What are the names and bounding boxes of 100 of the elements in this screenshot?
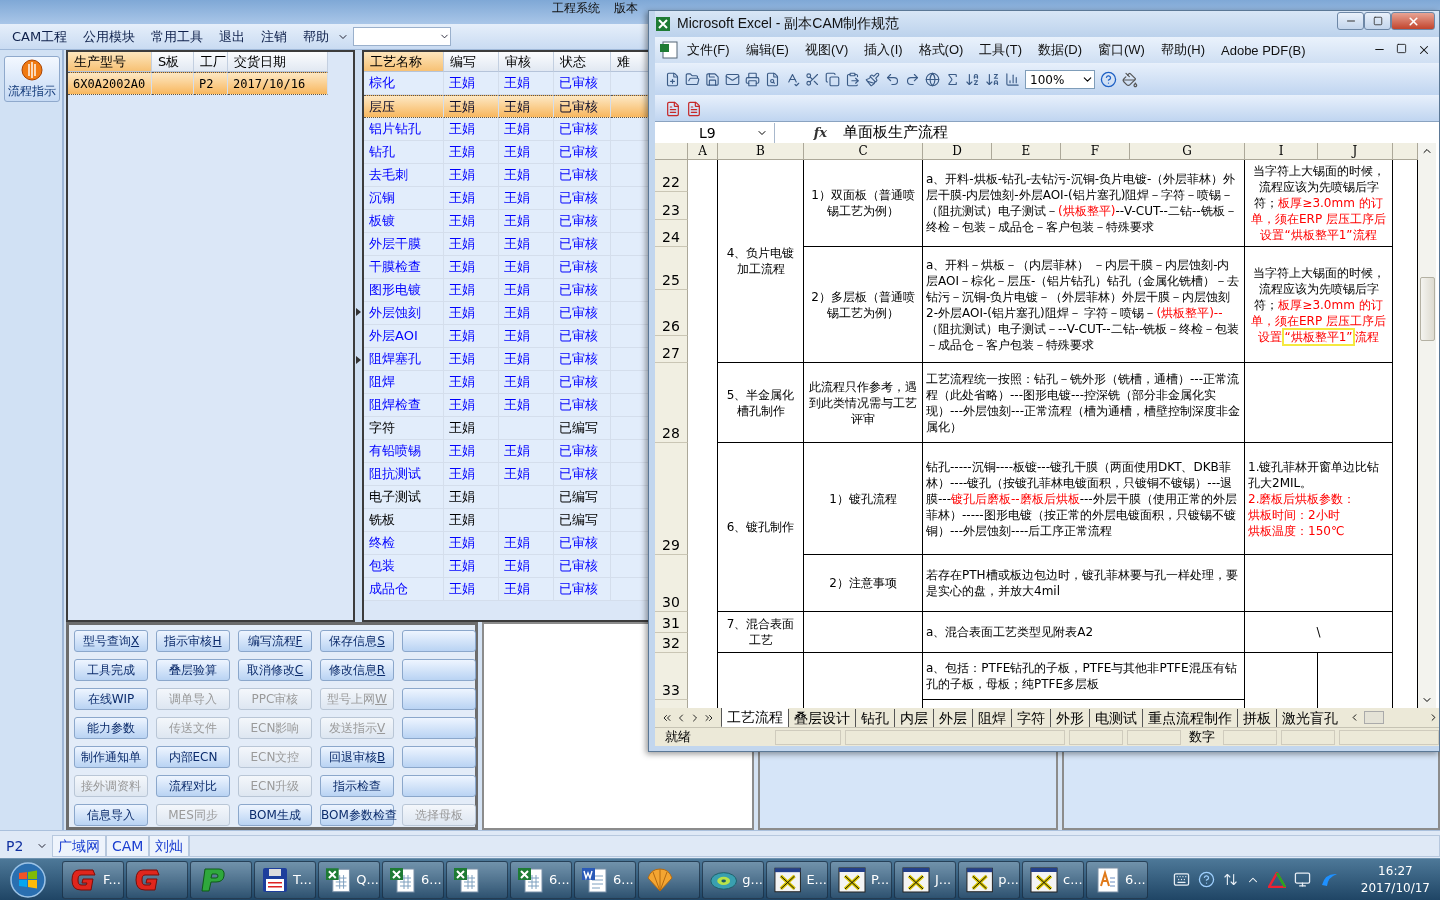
taskbar-button[interactable]: J... — [894, 860, 956, 899]
table-cell[interactable]: 层压 — [364, 95, 444, 118]
table-cell[interactable]: 板镀 — [364, 210, 444, 233]
taskbar-button[interactable] — [638, 860, 700, 899]
taskbar-button[interactable]: 6... — [510, 860, 572, 899]
taskbar-button[interactable]: g... — [702, 860, 764, 899]
action-button[interactable]: 取消修改C — [238, 659, 312, 681]
column-header[interactable]: A — [688, 143, 718, 160]
maximize-button[interactable] — [1364, 12, 1391, 30]
action-button[interactable]: 叠层验算 — [156, 659, 230, 681]
triangle-logo-icon[interactable] — [1267, 871, 1286, 888]
splitter-arrow-icon[interactable] — [356, 308, 361, 316]
mail-icon[interactable] — [725, 72, 740, 87]
taskbar-button[interactable]: 6... — [382, 860, 444, 899]
sum-icon[interactable] — [945, 72, 960, 87]
network-icon[interactable] — [1293, 871, 1311, 888]
action-button[interactable]: 保存信息S — [320, 630, 394, 652]
action-button[interactable]: BOM生成 — [238, 804, 312, 826]
pdf-icon[interactable] — [665, 100, 681, 117]
save-icon[interactable] — [705, 72, 720, 87]
function-button[interactable]: fx — [775, 125, 835, 140]
table-cell[interactable]: 阻焊塞孔 — [364, 348, 444, 371]
chart-icon[interactable] — [1005, 72, 1020, 87]
row-header[interactable]: 30 — [655, 555, 688, 612]
arrows-icon[interactable] — [1222, 872, 1238, 887]
table-cell[interactable]: 外层干膜 — [364, 233, 444, 256]
table-cell[interactable]: 字符 — [364, 417, 444, 440]
new-file-icon[interactable] — [665, 72, 680, 87]
sheet-tab[interactable]: 工艺流程 — [721, 707, 788, 728]
action-button[interactable]: 指示检查 — [320, 775, 394, 797]
minimize-button[interactable] — [1337, 12, 1364, 30]
action-button[interactable]: 信息导入 — [74, 804, 148, 826]
table-cell[interactable]: 图形电镀 — [364, 279, 444, 302]
action-button[interactable]: 型号查询X — [74, 630, 148, 652]
taskbar-button[interactable]: E... — [766, 860, 828, 899]
close-icon[interactable] — [1417, 43, 1431, 57]
table-cell[interactable]: 包装 — [364, 555, 444, 578]
sort-ascending-icon[interactable] — [965, 72, 980, 87]
print-icon[interactable] — [745, 72, 760, 87]
menu-item[interactable]: 窗口(W) — [1090, 41, 1153, 59]
restore-icon[interactable] — [1396, 43, 1407, 54]
open-folder-icon[interactable] — [685, 72, 700, 87]
menu-item[interactable]: 编辑(E) — [737, 41, 797, 59]
help-icon[interactable] — [1100, 71, 1117, 88]
taskbar-button[interactable]: T... — [254, 860, 316, 899]
action-button[interactable]: 制作通知单 — [74, 746, 148, 768]
globe-icon[interactable] — [925, 72, 940, 87]
menu-item[interactable]: 文件(F) — [679, 41, 738, 59]
menu-item[interactable]: 格式(O) — [910, 41, 972, 59]
name-box[interactable]: L9 — [655, 122, 775, 143]
row-header[interactable]: 22 — [655, 160, 688, 192]
column-header[interactable]: B — [718, 143, 804, 160]
menu-item[interactable]: 视图(V) — [796, 41, 857, 59]
vertical-scrollbar[interactable] — [1418, 143, 1436, 708]
action-button[interactable]: 修改信息R — [320, 659, 394, 681]
table-cell[interactable]: 干膜检查 — [364, 256, 444, 279]
cut-icon[interactable] — [805, 72, 820, 87]
column-header[interactable]: 审核 — [499, 52, 554, 72]
table-cell[interactable]: 成品仓 — [364, 578, 444, 601]
table-cell[interactable]: 去毛刺 — [364, 164, 444, 187]
undo-icon[interactable] — [885, 72, 900, 87]
column-header[interactable]: 难 — [611, 52, 648, 72]
table-cell[interactable]: 沉铜 — [364, 187, 444, 210]
row-header[interactable]: 23 — [655, 192, 688, 220]
action-button[interactable]: 回退审核B — [320, 746, 394, 768]
column-header[interactable]: 状态 — [554, 52, 611, 72]
row-header[interactable]: 29 — [655, 443, 688, 555]
copy-icon[interactable] — [825, 72, 840, 87]
formula-field[interactable]: 单面板生产流程 — [835, 123, 948, 142]
menu-item[interactable]: Adobe PDF(B) — [1213, 42, 1314, 58]
taskbar-button[interactable]: p... — [958, 860, 1020, 899]
row-header[interactable]: 25 — [655, 247, 688, 290]
spell-check-icon[interactable] — [785, 72, 800, 87]
keyboard-icon[interactable] — [1172, 871, 1190, 888]
brush-icon[interactable] — [865, 72, 880, 87]
row-header[interactable]: 33 — [655, 653, 688, 700]
column-header[interactable]: S板 — [152, 52, 194, 72]
menu-item[interactable]: 常用工具 — [143, 27, 212, 46]
column-header[interactable]: F — [1061, 143, 1130, 160]
taskbar-button[interactable]: Q... — [318, 860, 380, 899]
splitter-arrow-icon[interactable] — [356, 356, 361, 364]
row-header[interactable]: 27 — [655, 336, 688, 363]
menu-item[interactable]: 帮助(H) — [1152, 41, 1213, 59]
taskbar-button[interactable]: P... — [830, 860, 892, 899]
fill-color-icon[interactable] — [1122, 71, 1138, 88]
taskbar-button[interactable]: 6... — [574, 860, 636, 899]
status-dropdown[interactable]: P2 — [0, 834, 52, 857]
table-cell[interactable]: 外层蚀刻 — [364, 302, 444, 325]
menu-combo-field[interactable] — [353, 27, 452, 46]
row-header[interactable]: 31 — [655, 612, 688, 633]
workbook-icon[interactable] — [659, 41, 679, 59]
column-header[interactable]: I — [1245, 143, 1318, 160]
row-header[interactable]: 26 — [655, 290, 688, 336]
action-button[interactable]: 在线WIP — [74, 688, 148, 710]
preview-icon[interactable] — [765, 72, 780, 87]
action-button[interactable]: 能力参数 — [74, 717, 148, 739]
row-header[interactable]: 24 — [655, 220, 688, 247]
column-header[interactable]: 生产型号 — [68, 52, 152, 72]
taskbar-button[interactable]: 6... — [1086, 860, 1148, 899]
menu-item[interactable]: 工具(T) — [971, 41, 1030, 59]
